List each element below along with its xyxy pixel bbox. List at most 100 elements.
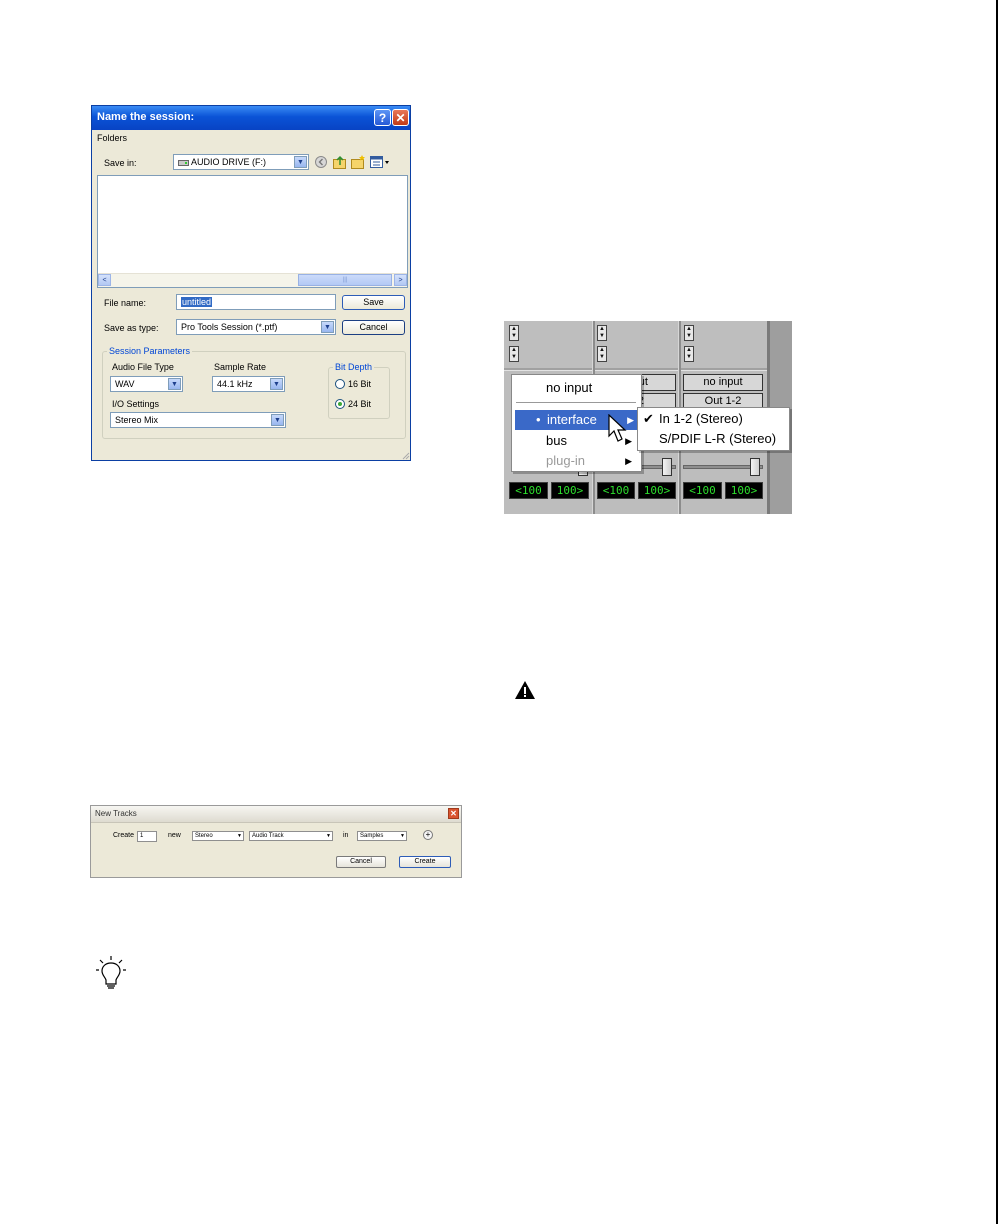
new-label: new (168, 832, 181, 839)
menu-separator (516, 402, 636, 403)
sample-rate-label: Sample Rate (214, 362, 267, 372)
lightbulb-icon (96, 956, 126, 989)
insert-selector-icon[interactable]: ▲ ▼ (684, 346, 694, 362)
mouse-cursor-icon (608, 414, 627, 442)
insert-selector-icon[interactable]: ▲ ▼ (509, 346, 519, 362)
strip-1-pan-left[interactable]: <100 (509, 482, 548, 499)
up-folder-icon[interactable] (332, 154, 348, 170)
scroll-left-button[interactable]: < (98, 274, 111, 286)
new-tracks-title: New Tracks (95, 809, 137, 818)
drive-icon (178, 160, 189, 166)
create-button[interactable]: Create (399, 856, 451, 868)
timebase-value: Samples (360, 833, 384, 839)
submenu-arrow-icon: ▶ (625, 456, 632, 466)
track-type-value: Audio Track (252, 833, 284, 839)
chevron-down-icon[interactable]: ▼ (271, 414, 284, 426)
track-count-input[interactable]: 1 (137, 831, 157, 842)
bit-24-label: 24 Bit (348, 399, 372, 409)
bit-depth-group (328, 367, 390, 419)
new-tracks-titlebar[interactable]: New Tracks ✕ (91, 806, 461, 823)
close-button[interactable]: ✕ (448, 808, 459, 819)
resize-grip-icon[interactable] (400, 450, 410, 460)
save-as-type-combo[interactable]: Pro Tools Session (*.ptf) ▼ (176, 319, 336, 335)
selected-bullet: • (536, 412, 541, 427)
io-settings-combo[interactable]: Stereo Mix ▼ (110, 412, 286, 428)
track-format-select[interactable]: Stereo ▼ (192, 831, 244, 841)
insert-selector-icon[interactable]: ▲ ▼ (509, 325, 519, 341)
bit-depth-label: Bit Depth (333, 362, 375, 372)
file-list[interactable]: < ||| > (97, 175, 408, 288)
bit-16-radio[interactable] (335, 379, 345, 389)
page-edge-rule (996, 0, 998, 1224)
sample-rate-value: 44.1 kHz (217, 379, 253, 389)
chevron-down-icon: ▼ (326, 833, 331, 839)
track-type-select[interactable]: Audio Track ▼ (249, 831, 333, 841)
menu-item-plug-in[interactable]: plug-in ▶ (513, 451, 637, 471)
strip-3-input-selector[interactable]: no input (683, 374, 763, 391)
audio-file-type-value: WAV (115, 379, 135, 389)
menu-item-plug-in-label: plug-in (546, 453, 586, 468)
sample-rate-combo[interactable]: 44.1 kHz ▼ (212, 376, 285, 392)
dialog-titlebar[interactable]: Name the session: ? ✕ (92, 106, 410, 130)
insert-selector-icon[interactable]: ▲ ▼ (597, 346, 607, 362)
scroll-thumb[interactable]: ||| (298, 274, 392, 286)
cancel-button[interactable]: Cancel (336, 856, 386, 868)
chevron-down-icon[interactable]: ▼ (270, 378, 283, 390)
submenu-item-spdif[interactable]: S/PDIF L-R (Stereo) (639, 429, 788, 449)
file-name-label: File name: (104, 298, 147, 308)
submenu-item-in-1-2-label: In 1-2 (Stereo) (659, 411, 743, 426)
strip-1-pan-right[interactable]: 100> (551, 482, 589, 499)
scroll-right-button[interactable]: > (394, 274, 407, 286)
new-folder-icon[interactable] (350, 154, 366, 170)
save-session-dialog: Name the session: ? ✕ Folders Save in: A… (91, 105, 411, 461)
help-button[interactable]: ? (374, 109, 391, 126)
chevron-down-icon: ▼ (237, 833, 242, 839)
save-in-combo[interactable]: AUDIO DRIVE (F:) ▼ (173, 154, 309, 170)
back-icon[interactable] (314, 155, 328, 169)
close-button[interactable]: ✕ (392, 109, 409, 126)
strip-divider (504, 368, 767, 371)
in-label: in (343, 832, 349, 839)
strip-2-top (595, 321, 678, 368)
interface-submenu: ✔ In 1-2 (Stereo) S/PDIF L-R (Stereo) (637, 407, 790, 451)
save-button[interactable]: Save (342, 295, 405, 310)
audio-file-type-combo[interactable]: WAV ▼ (110, 376, 183, 392)
save-in-label: Save in: (104, 158, 137, 168)
session-parameters-label: Session Parameters (107, 346, 193, 356)
chevron-down-icon[interactable]: ▼ (294, 156, 307, 168)
submenu-item-in-1-2[interactable]: ✔ In 1-2 (Stereo) (639, 409, 788, 429)
strip-2-pan-left[interactable]: <100 (597, 482, 635, 499)
chevron-down-icon: ▼ (400, 833, 405, 839)
save-as-type-label: Save as type: (104, 323, 159, 333)
io-settings-label: I/O Settings (112, 399, 160, 409)
file-name-input[interactable]: untitled (176, 294, 336, 310)
strip-2-fader-knob[interactable] (662, 458, 672, 476)
strip-3-pan-right[interactable]: 100> (725, 482, 763, 499)
view-menu-icon[interactable] (369, 154, 391, 170)
track-format-value: Stereo (195, 833, 213, 839)
menu-item-bus-label: bus (546, 433, 567, 448)
add-row-button[interactable]: + (423, 830, 433, 840)
strip-3-fader-knob[interactable] (750, 458, 760, 476)
cancel-button[interactable]: Cancel (342, 320, 405, 335)
io-settings-value: Stereo Mix (115, 415, 159, 425)
chevron-down-icon[interactable]: ▼ (321, 321, 334, 333)
bit-24-radio[interactable] (335, 399, 345, 409)
audio-file-type-label: Audio File Type (112, 362, 174, 372)
save-in-value: AUDIO DRIVE (F:) (178, 157, 266, 167)
menu-item-no-input[interactable]: no input (546, 378, 592, 398)
insert-selector-icon[interactable]: ▲ ▼ (597, 325, 607, 341)
submenu-item-spdif-label: S/PDIF L-R (Stereo) (659, 431, 777, 446)
chevron-down-icon[interactable]: ▼ (168, 378, 181, 390)
bit-16-label: 16 Bit (348, 379, 372, 389)
strip-3-pan-left[interactable]: <100 (683, 482, 722, 499)
horizontal-scrollbar[interactable]: < ||| > (98, 273, 407, 287)
insert-selector-icon[interactable]: ▲ ▼ (684, 325, 694, 341)
new-tracks-dialog: New Tracks ✕ Create 1 new Stereo ▼ Audio … (90, 805, 462, 878)
create-label: Create (113, 832, 135, 839)
menu-item-interface-label: interface (547, 412, 597, 427)
folders-label: Folders (97, 133, 128, 143)
strip-2-pan-right[interactable]: 100> (638, 482, 676, 499)
timebase-select[interactable]: Samples ▼ (357, 831, 407, 841)
file-name-value: untitled (181, 297, 213, 307)
